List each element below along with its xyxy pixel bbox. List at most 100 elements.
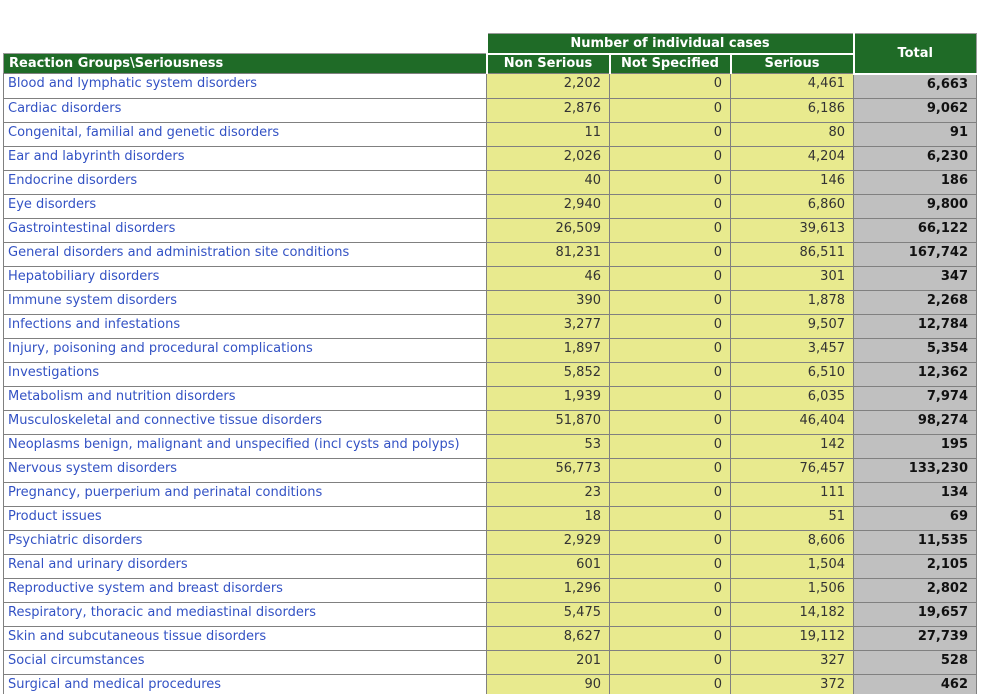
header-reaction-groups-seriousness: Reaction Groups\Seriousness (4, 54, 487, 74)
serious-value: 6,035 (731, 386, 854, 410)
row-total-value: 11,535 (854, 530, 977, 554)
reaction-group-link[interactable]: Musculoskeletal and connective tissue di… (4, 410, 487, 434)
non-serious-value: 23 (487, 482, 610, 506)
row-total-value: 167,742 (854, 242, 977, 266)
reaction-groups-seriousness-table: Number of individual cases Total Reactio… (3, 33, 977, 694)
reaction-group-link[interactable]: Endocrine disorders (4, 170, 487, 194)
serious-value: 14,182 (731, 602, 854, 626)
row-total-value: 5,354 (854, 338, 977, 362)
non-serious-value: 26,509 (487, 218, 610, 242)
table-row: Infections and infestations 3,277 0 9,50… (4, 314, 977, 338)
reaction-group-link[interactable]: Renal and urinary disorders (4, 554, 487, 578)
reaction-group-link[interactable]: Metabolism and nutrition disorders (4, 386, 487, 410)
not-specified-value: 0 (610, 458, 731, 482)
serious-value: 19,112 (731, 626, 854, 650)
reaction-group-link[interactable]: Eye disorders (4, 194, 487, 218)
table-row: Pregnancy, puerperium and perinatal cond… (4, 482, 977, 506)
row-total-value: 6,230 (854, 146, 977, 170)
reaction-group-link[interactable]: Ear and labyrinth disorders (4, 146, 487, 170)
row-total-value: 2,268 (854, 290, 977, 314)
not-specified-value: 0 (610, 506, 731, 530)
reaction-group-link[interactable]: Investigations (4, 362, 487, 386)
serious-value: 86,511 (731, 242, 854, 266)
serious-value: 9,507 (731, 314, 854, 338)
row-total-value: 9,062 (854, 98, 977, 122)
reaction-group-link[interactable]: Pregnancy, puerperium and perinatal cond… (4, 482, 487, 506)
non-serious-value: 18 (487, 506, 610, 530)
table-row: Psychiatric disorders 2,929 0 8,606 11,5… (4, 530, 977, 554)
reaction-group-link[interactable]: Gastrointestinal disorders (4, 218, 487, 242)
not-specified-value: 0 (610, 122, 731, 146)
serious-value: 51 (731, 506, 854, 530)
table-row: Ear and labyrinth disorders 2,026 0 4,20… (4, 146, 977, 170)
non-serious-value: 1,897 (487, 338, 610, 362)
reaction-group-link[interactable]: Psychiatric disorders (4, 530, 487, 554)
table-row: Surgical and medical procedures 90 0 372… (4, 674, 977, 694)
row-total-value: 66,122 (854, 218, 977, 242)
reaction-group-link[interactable]: Product issues (4, 506, 487, 530)
page: Number of individual cases Total Reactio… (0, 0, 991, 694)
reaction-group-link[interactable]: Hepatobiliary disorders (4, 266, 487, 290)
non-serious-value: 46 (487, 266, 610, 290)
not-specified-value: 0 (610, 242, 731, 266)
reaction-group-link[interactable]: Neoplasms benign, malignant and unspecif… (4, 434, 487, 458)
header-number-of-individual-cases: Number of individual cases (487, 34, 854, 54)
serious-value: 76,457 (731, 458, 854, 482)
non-serious-value: 390 (487, 290, 610, 314)
row-total-value: 528 (854, 650, 977, 674)
reaction-group-link[interactable]: Reproductive system and breast disorders (4, 578, 487, 602)
not-specified-value: 0 (610, 266, 731, 290)
not-specified-value: 0 (610, 434, 731, 458)
non-serious-value: 11 (487, 122, 610, 146)
table-row: Renal and urinary disorders 601 0 1,504 … (4, 554, 977, 578)
table-row: Investigations 5,852 0 6,510 12,362 (4, 362, 977, 386)
not-specified-value: 0 (610, 170, 731, 194)
serious-value: 8,606 (731, 530, 854, 554)
reaction-group-link[interactable]: Injury, poisoning and procedural complic… (4, 338, 487, 362)
not-specified-value: 0 (610, 674, 731, 694)
non-serious-value: 2,940 (487, 194, 610, 218)
reaction-group-link[interactable]: Skin and subcutaneous tissue disorders (4, 626, 487, 650)
reaction-group-link[interactable]: Social circumstances (4, 650, 487, 674)
non-serious-value: 53 (487, 434, 610, 458)
serious-value: 4,461 (731, 74, 854, 99)
row-total-value: 19,657 (854, 602, 977, 626)
reaction-group-link[interactable]: Surgical and medical procedures (4, 674, 487, 694)
table-row: Musculoskeletal and connective tissue di… (4, 410, 977, 434)
non-serious-value: 40 (487, 170, 610, 194)
not-specified-value: 0 (610, 554, 731, 578)
header-serious: Serious (731, 54, 854, 74)
non-serious-value: 56,773 (487, 458, 610, 482)
reaction-group-link[interactable]: Infections and infestations (4, 314, 487, 338)
non-serious-value: 1,296 (487, 578, 610, 602)
not-specified-value: 0 (610, 98, 731, 122)
not-specified-value: 0 (610, 626, 731, 650)
serious-value: 4,204 (731, 146, 854, 170)
row-total-value: 133,230 (854, 458, 977, 482)
reaction-group-link[interactable]: Respiratory, thoracic and mediastinal di… (4, 602, 487, 626)
reaction-group-link[interactable]: Congenital, familial and genetic disorde… (4, 122, 487, 146)
not-specified-value: 0 (610, 314, 731, 338)
row-total-value: 347 (854, 266, 977, 290)
not-specified-value: 0 (610, 410, 731, 434)
table-row: Metabolism and nutrition disorders 1,939… (4, 386, 977, 410)
reaction-group-link[interactable]: General disorders and administration sit… (4, 242, 487, 266)
not-specified-value: 0 (610, 530, 731, 554)
table-row: Eye disorders 2,940 0 6,860 9,800 (4, 194, 977, 218)
table-row: Congenital, familial and genetic disorde… (4, 122, 977, 146)
reaction-group-link[interactable]: Blood and lymphatic system disorders (4, 74, 487, 99)
row-total-value: 6,663 (854, 74, 977, 99)
reaction-group-link[interactable]: Immune system disorders (4, 290, 487, 314)
serious-value: 1,506 (731, 578, 854, 602)
not-specified-value: 0 (610, 218, 731, 242)
serious-value: 301 (731, 266, 854, 290)
table-row: Injury, poisoning and procedural complic… (4, 338, 977, 362)
not-specified-value: 0 (610, 602, 731, 626)
table-row: Hepatobiliary disorders 46 0 301 347 (4, 266, 977, 290)
table-row: Cardiac disorders 2,876 0 6,186 9,062 (4, 98, 977, 122)
not-specified-value: 0 (610, 338, 731, 362)
reaction-group-link[interactable]: Cardiac disorders (4, 98, 487, 122)
table-row: Social circumstances 201 0 327 528 (4, 650, 977, 674)
reaction-group-link[interactable]: Nervous system disorders (4, 458, 487, 482)
non-serious-value: 5,852 (487, 362, 610, 386)
